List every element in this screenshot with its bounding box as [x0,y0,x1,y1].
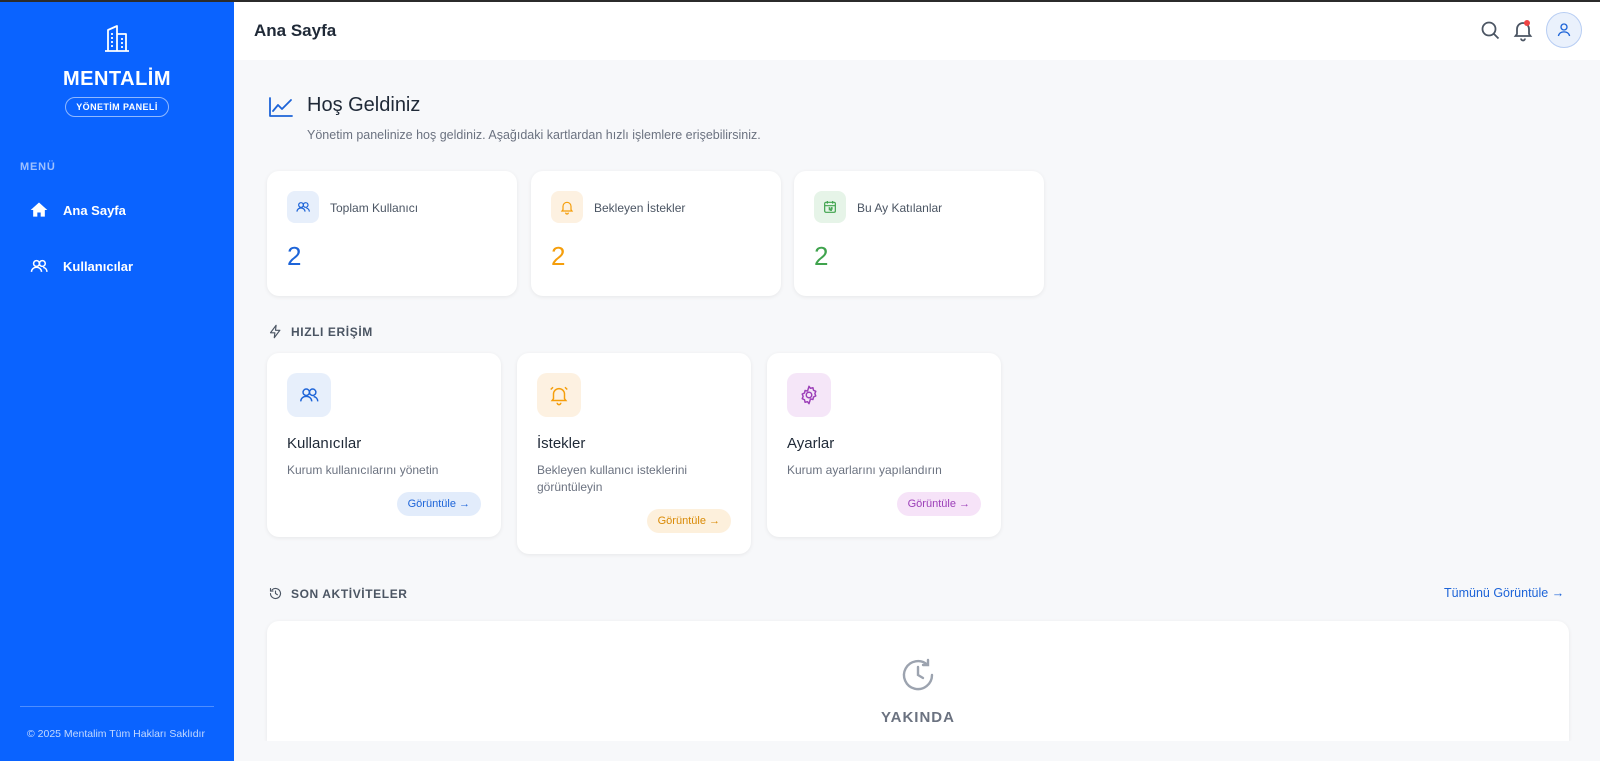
quick-card-icon-wrap [287,373,331,417]
view-requests-button[interactable]: Görüntüle → [646,509,731,533]
section-title-label: SON AKTİVİTELER [291,586,408,601]
sidebar-item-label: Ana Sayfa [63,202,126,218]
quick-card-icon-wrap [787,373,831,417]
quick-card-icon-wrap [537,373,581,417]
coming-soon-title: YAKINDA [881,709,955,726]
history-icon [269,587,282,600]
sidebar-item-home[interactable]: Ana Sayfa [20,190,214,230]
users-icon [296,202,310,212]
stat-card-pending-requests: Bekleyen İstekler 2 [531,171,781,296]
quick-card-title: Ayarlar [787,435,835,452]
clock-icon [902,658,934,691]
notification-dot [1524,20,1530,26]
see-all-link[interactable]: Tümünü Görüntüle → [1444,586,1564,600]
users-icon [30,259,48,272]
welcome-subtitle: Yönetim panelinize hoş geldiniz. Aşağıda… [307,128,761,142]
stat-icon-wrap [287,191,319,223]
copyright-text: © 2025 Mentalim Tüm Hakları Saklıdır [27,728,205,740]
brand: MENTALİM YÖNETİM PANELİ [0,0,234,117]
calendar-icon [824,201,836,213]
stat-label: Bu Ay Katılanlar [857,201,943,215]
stat-icon-wrap [551,191,583,223]
building-icon [105,25,129,52]
avatar[interactable] [1546,12,1582,48]
quick-card-title: İstekler [537,435,586,452]
brand-name: MENTALİM [62,68,172,90]
stat-label: Bekleyen İstekler [594,201,686,215]
quick-card-title: Kullanıcılar [287,435,362,452]
recent-activities-title: SON AKTİVİTELER [268,586,408,601]
menu-title: MENÜ [20,161,56,173]
sidebar-divider [20,706,214,707]
sidebar-item-users[interactable]: Kullanıcılar [20,246,214,286]
search-icon[interactable] [1478,18,1502,42]
quick-card-users[interactable]: Kullanıcılar Kurum kullanıcılarını yönet… [267,353,501,537]
brand-badge: YÖNETİM PANELİ [65,97,169,117]
stat-value: 2 [814,241,829,271]
lightning-icon [269,324,281,339]
user-icon [1557,23,1571,37]
quick-access-title: HIZLI ERİŞİM [268,324,373,339]
window-top-border [0,0,1600,2]
stat-card-total-users: Toplam Kullanıcı 2 [267,171,517,296]
sidebar: MENTALİM YÖNETİM PANELİ MENÜ Ana Sayfa K… [0,0,234,761]
top-header: Ana Sayfa [234,2,1600,60]
quick-card-description: Bekleyen kullanıcı isteklerini görüntüle… [537,463,688,494]
home-icon [30,202,48,217]
chart-line-icon [269,97,293,117]
stat-value: 2 [287,241,302,271]
stat-label: Toplam Kullanıcı [330,201,419,215]
stat-card-joined-this-month: Bu Ay Katılanlar 2 [794,171,1044,296]
stat-value: 2 [551,241,566,271]
welcome-title: Hoş Geldiniz [307,94,421,116]
stat-icon-wrap [814,191,846,223]
sidebar-item-label: Kullanıcılar [63,258,134,274]
gear-icon [801,385,817,405]
page-title: Ana Sayfa [254,21,337,40]
quick-card-requests[interactable]: İstekler Bekleyen kullanıcı isteklerini … [517,353,751,554]
bell-icon[interactable] [1511,18,1535,42]
view-settings-button[interactable]: Görüntüle → [896,492,981,516]
users-icon [300,388,319,402]
quick-card-description: Kurum ayarlarını yapılandırın [787,463,942,477]
quick-card-description: Kurum kullanıcılarını yönetin [287,463,439,477]
bottom-edge [234,741,1600,761]
alarm-icon [550,386,568,406]
view-users-button[interactable]: Görüntüle → [396,492,481,516]
recent-activities-card: YAKINDA [267,621,1569,741]
quick-card-settings[interactable]: Ayarlar Kurum ayarlarını yapılandırın Gö… [767,353,1001,537]
section-title-label: HIZLI ERİŞİM [291,324,373,339]
bell-icon [560,201,574,215]
